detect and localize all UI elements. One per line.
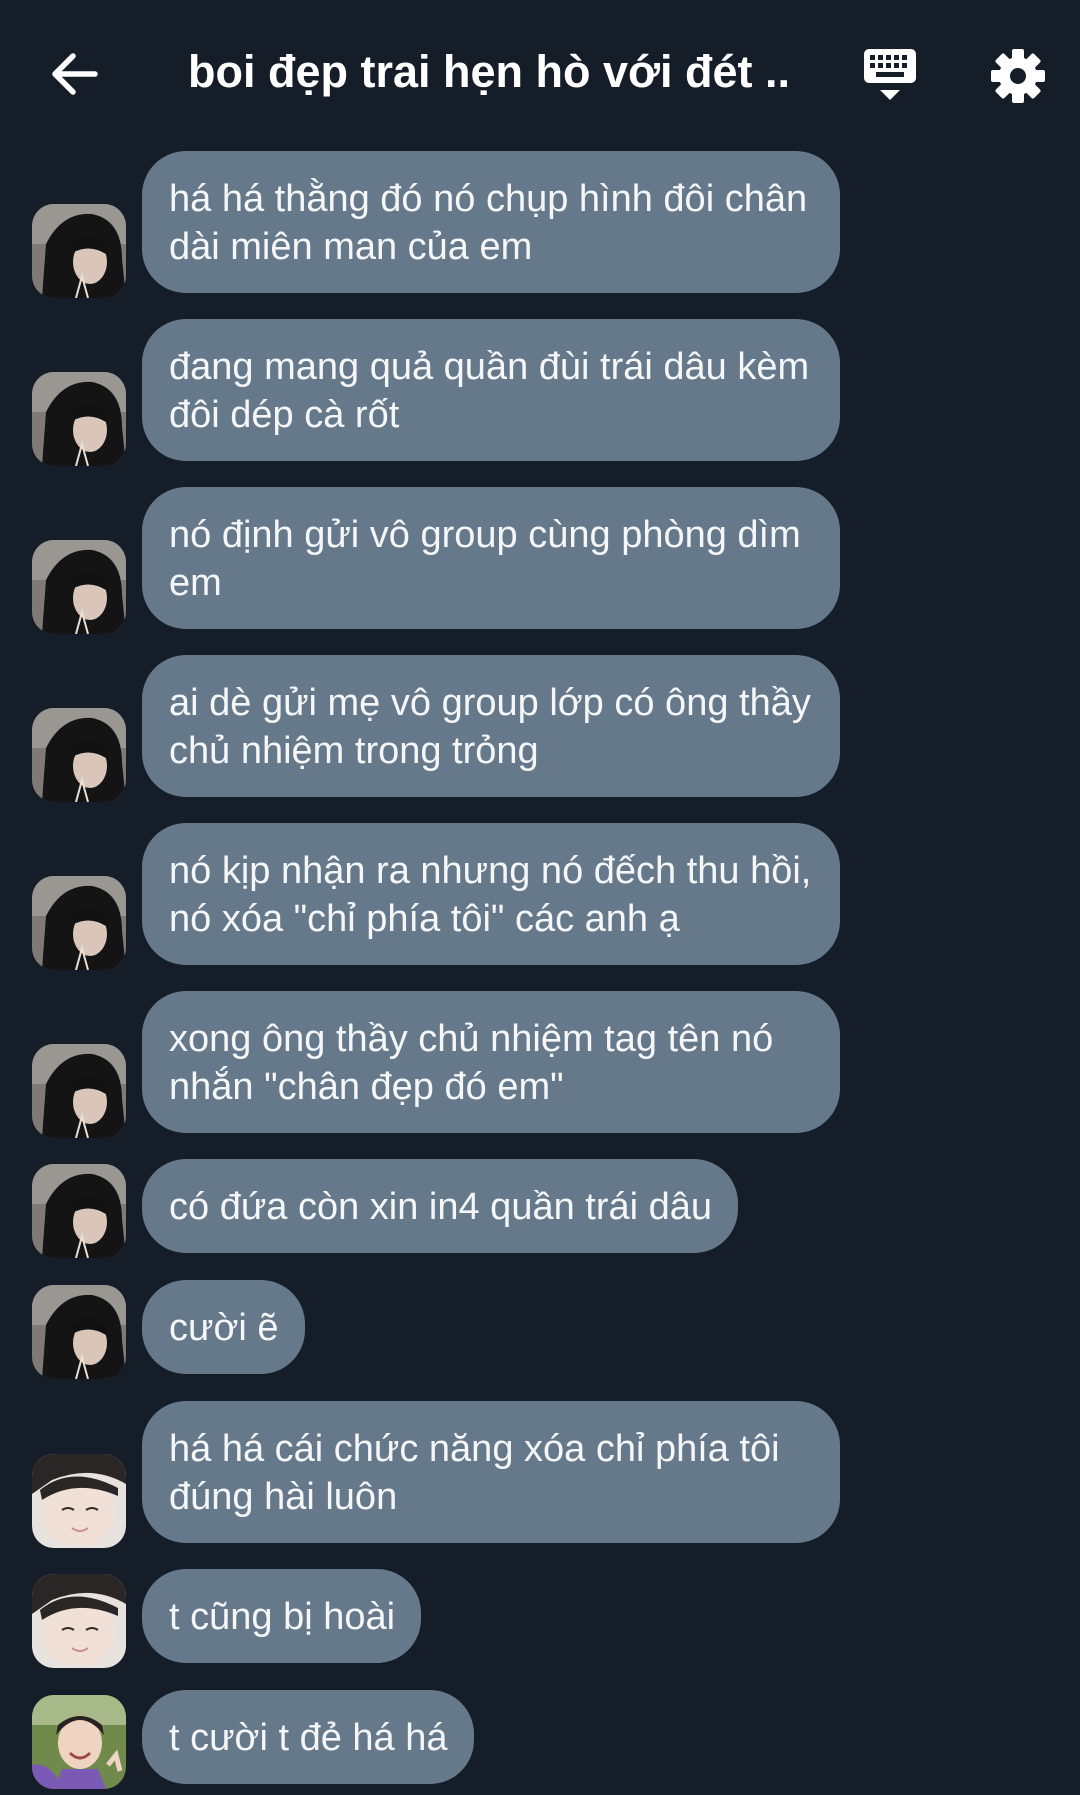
message-bubble[interactable]: đang mang quả quần đùi trái dâu kèm đôi … <box>142 319 840 461</box>
avatar-face-icon <box>32 1454 126 1548</box>
avatar-hood-icon <box>32 708 126 802</box>
avatar-hood-icon <box>32 1164 126 1258</box>
chat-header: boi đẹp trai hẹn hò với đét ... <box>0 0 1080 148</box>
avatar-outdoor-icon <box>32 1695 126 1789</box>
message-bubble[interactable]: ai dè gửi mẹ vô group lớp có ông thầy ch… <box>142 655 840 797</box>
gear-icon <box>991 49 1045 103</box>
message-bubble[interactable]: có đứa còn xin in4 quần trái dâu <box>142 1159 739 1253</box>
avatar[interactable] <box>32 1044 126 1138</box>
avatar[interactable] <box>32 708 126 802</box>
settings-button[interactable] <box>988 46 1048 106</box>
avatar[interactable] <box>32 540 126 634</box>
avatar[interactable] <box>32 204 126 298</box>
avatar-hood-icon <box>32 1285 126 1379</box>
keyboard-icon <box>864 49 916 100</box>
avatar[interactable] <box>32 1164 126 1258</box>
avatar-hood-icon <box>32 204 126 298</box>
chat-title: boi đẹp trai hẹn hò với đét ... <box>188 46 788 97</box>
message-bubble[interactable]: há há cái chức năng xóa chỉ phía tôi đún… <box>142 1401 840 1543</box>
message-bubble[interactable]: nó định gửi vô group cùng phòng dìm em <box>142 487 840 629</box>
message-bubble[interactable]: t cũng bị hoài <box>142 1569 422 1663</box>
avatar-face-icon <box>32 1574 126 1668</box>
message-bubble[interactable]: t cười t đẻ há há <box>142 1690 474 1784</box>
avatar-hood-icon <box>32 1044 126 1138</box>
avatar[interactable] <box>32 1285 126 1379</box>
avatar[interactable] <box>32 1574 126 1668</box>
avatar[interactable] <box>32 1695 126 1789</box>
avatar-hood-icon <box>32 876 126 970</box>
message-bubble[interactable]: xong ông thầy chủ nhiệm tag tên nó nhắn … <box>142 991 840 1133</box>
message-bubble[interactable]: nó kịp nhận ra nhưng nó đếch thu hồi, nó… <box>142 823 840 965</box>
avatar-hood-icon <box>32 372 126 466</box>
arrow-left-icon <box>52 53 98 95</box>
avatar-hood-icon <box>32 540 126 634</box>
message-bubble[interactable]: há há thằng đó nó chụp hình đôi chân dài… <box>142 151 840 293</box>
avatar[interactable] <box>32 876 126 970</box>
back-button[interactable] <box>44 44 104 104</box>
keyboard-button[interactable] <box>860 46 920 106</box>
message-bubble[interactable]: cười ẽ <box>142 1280 305 1374</box>
avatar[interactable] <box>32 372 126 466</box>
avatar[interactable] <box>32 1454 126 1548</box>
